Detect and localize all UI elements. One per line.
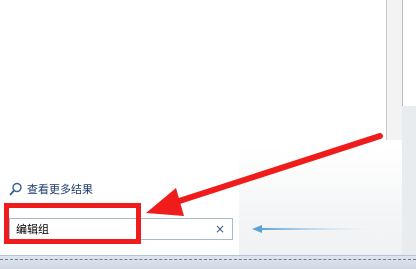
screen: 查看更多结果 ×: [0, 0, 416, 269]
search-input[interactable]: [10, 220, 212, 238]
search-box[interactable]: ×: [9, 218, 233, 240]
window-edge-lower: [402, 106, 416, 269]
see-more-results-link[interactable]: 查看更多结果: [9, 181, 93, 197]
taskbar: [0, 255, 416, 269]
window-edge: [402, 0, 416, 106]
close-icon[interactable]: ×: [214, 223, 226, 235]
search-icon: [9, 182, 23, 196]
see-more-results-label: 查看更多结果: [27, 183, 93, 196]
taskbar-separator: [0, 259, 416, 262]
hint-arrow: [252, 225, 369, 233]
